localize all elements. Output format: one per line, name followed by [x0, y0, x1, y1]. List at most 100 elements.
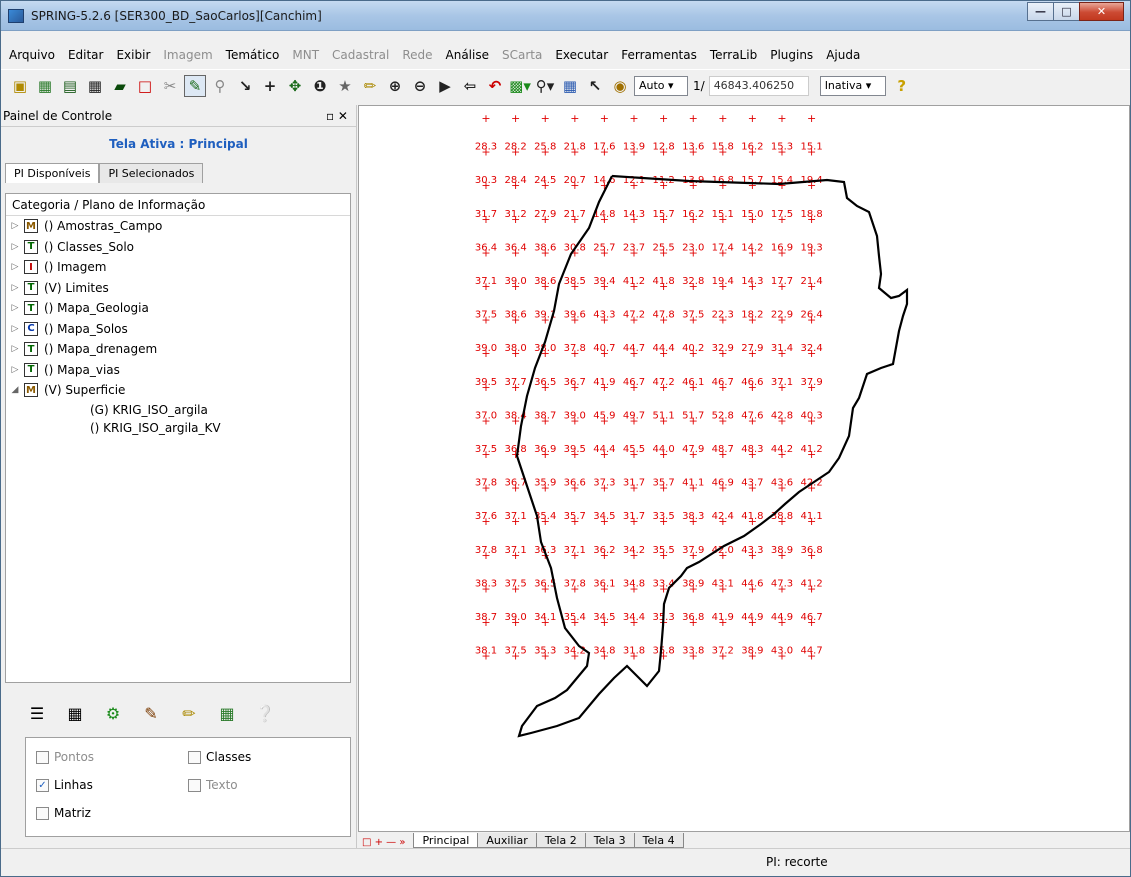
undo-icon[interactable]: ↶: [484, 75, 506, 97]
grid-icon[interactable]: ▦: [84, 75, 106, 97]
tree-item[interactable]: ▷ T (V) Limites: [6, 278, 350, 299]
zoom-fit-icon[interactable]: ▶: [434, 75, 456, 97]
map-tab-principal[interactable]: Principal: [413, 833, 479, 848]
category-tree[interactable]: Categoria / Plano de Informação ▷ M() Amo…: [5, 193, 351, 683]
plane-item[interactable]: (G) KRIG_ISO_argila: [6, 401, 350, 419]
tab-pi-selected[interactable]: PI Selecionados: [99, 163, 204, 183]
menu-mnt[interactable]: MNT: [292, 48, 319, 62]
expand-icon[interactable]: ▷: [6, 324, 24, 334]
menu-scarta[interactable]: SCarta: [502, 48, 542, 62]
minimize-button[interactable]: —: [1027, 2, 1054, 21]
table-icon[interactable]: ▦: [59, 701, 91, 725]
tab-nav-icons[interactable]: □ + — »: [362, 837, 405, 848]
eye-icon[interactable]: ◉: [609, 75, 631, 97]
pointer-icon[interactable]: ↖: [584, 75, 606, 97]
tree-item[interactable]: ▷ T () Classes_Solo: [6, 237, 350, 258]
tree-item[interactable]: ▷ T () Mapa_vias: [6, 360, 350, 381]
grid-value: 41.9: [593, 377, 615, 388]
menu-terralib[interactable]: TerraLib: [710, 48, 757, 62]
tree-item[interactable]: ◢ M (V) Superficie: [6, 380, 350, 401]
scissors-icon[interactable]: ✂: [159, 75, 181, 97]
tab-pi-available[interactable]: PI Disponíveis: [5, 163, 100, 183]
title-bar[interactable]: SPRING-5.2.6 [SER300_BD_SaoCarlos][Canch…: [1, 1, 1130, 31]
menu-editar[interactable]: Editar: [68, 48, 104, 62]
maximize-button[interactable]: □: [1053, 2, 1080, 21]
expand-icon[interactable]: ▷: [6, 303, 24, 313]
menu-arquivo[interactable]: Arquivo: [9, 48, 55, 62]
project-icon[interactable]: ▦: [34, 75, 56, 97]
menu-anlise[interactable]: Análise: [446, 48, 489, 62]
close-button[interactable]: ✕: [1079, 2, 1124, 21]
menu-imagem[interactable]: Imagem: [163, 48, 212, 62]
menu-ferramentas[interactable]: Ferramentas: [621, 48, 697, 62]
spring-app-icon: [8, 9, 24, 23]
pan-icon[interactable]: ✥: [284, 75, 306, 97]
back-icon[interactable]: ⇦: [459, 75, 481, 97]
help-icon[interactable]: ?: [891, 75, 913, 97]
pontos-checkbox[interactable]: Pontos: [36, 750, 94, 764]
app-window: SPRING-5.2.6 [SER300_BD_SaoCarlos][Canch…: [0, 0, 1131, 877]
texto-checkbox[interactable]: Texto: [188, 778, 238, 792]
scale-mode-select[interactable]: Auto ▾: [634, 75, 688, 96]
database-icon[interactable]: ▣: [9, 75, 31, 97]
expand-icon[interactable]: ▷: [6, 221, 24, 231]
tree-item[interactable]: ▷ T () Mapa_Geologia: [6, 298, 350, 319]
edit-pencil-icon[interactable]: ✏: [359, 75, 381, 97]
map-tab-auxiliar[interactable]: Auxiliar: [477, 833, 537, 848]
screen-icon[interactable]: □: [134, 75, 156, 97]
display-icon[interactable]: ▦: [559, 75, 581, 97]
tree-item[interactable]: ▷ M () Amostras_Campo: [6, 216, 350, 237]
menu-rede[interactable]: Rede: [402, 48, 432, 62]
expand-icon[interactable]: ▷: [6, 242, 24, 252]
layers-icon[interactable]: ▤: [59, 75, 81, 97]
menu-ajuda[interactable]: Ajuda: [826, 48, 860, 62]
expand-icon[interactable]: ▷: [6, 344, 24, 354]
menu-executar[interactable]: Executar: [555, 48, 608, 62]
list-icon[interactable]: ☰: [21, 701, 53, 725]
menu-plugins[interactable]: Plugins: [770, 48, 813, 62]
tree-item[interactable]: ▷ I () Imagem: [6, 257, 350, 278]
grid-value: 44.4: [593, 444, 615, 455]
tools-icon[interactable]: ⚙: [97, 701, 129, 725]
state-select[interactable]: Inativa ▾: [819, 75, 886, 96]
draw-active-icon[interactable]: ✎: [184, 74, 206, 97]
map-tab-tela2[interactable]: Tela 2: [535, 833, 586, 848]
menu-cadastral[interactable]: Cadastral: [332, 48, 389, 62]
grid-point-icon: +: [689, 112, 698, 125]
plus-icon[interactable]: +: [259, 75, 281, 97]
scale-value-field[interactable]: 46843.406250: [708, 75, 809, 96]
zoom-in-icon[interactable]: ⚲: [209, 75, 231, 97]
zoom-plus-icon[interactable]: ⊕: [384, 75, 406, 97]
linhas-checkbox[interactable]: ✓ Linhas: [36, 778, 93, 792]
grid-point-icon: +: [570, 112, 579, 125]
menu-temtico[interactable]: Temático: [226, 48, 280, 62]
plane-item[interactable]: () KRIG_ISO_argila_KV: [6, 419, 350, 437]
zoom-area-icon[interactable]: ↘: [234, 75, 256, 97]
paint-icon[interactable]: ✎: [135, 701, 167, 725]
pencil-icon[interactable]: ✏: [173, 701, 205, 725]
classes-checkbox[interactable]: Classes: [188, 750, 251, 764]
tree-item[interactable]: ▷ C () Mapa_Solos: [6, 319, 350, 340]
grid-value: 33.8: [682, 646, 704, 657]
polygon-icon[interactable]: ▰: [109, 75, 131, 97]
expand-icon[interactable]: ▷: [6, 283, 24, 293]
cursor-icon[interactable]: ★: [334, 75, 356, 97]
expand-icon[interactable]: ▷: [6, 262, 24, 272]
matriz-checkbox[interactable]: Matriz: [36, 806, 91, 820]
grid-value: 37.1: [504, 545, 526, 556]
info-icon[interactable]: ❶: [309, 75, 331, 97]
expand-icon[interactable]: ◢: [6, 385, 24, 395]
panel-float-close-icons[interactable]: ▫ ✕: [326, 109, 348, 123]
grid-value: 46.7: [712, 377, 734, 388]
grid-view-icon[interactable]: ▦: [211, 701, 243, 725]
tree-item[interactable]: ▷ T () Mapa_drenagem: [6, 339, 350, 360]
zoom-menu-icon[interactable]: ⚲▾: [534, 75, 556, 97]
map-tab-tela3[interactable]: Tela 3: [584, 833, 635, 848]
zoom-minus-icon[interactable]: ⊖: [409, 75, 431, 97]
colors-icon[interactable]: ▩▾: [509, 75, 531, 97]
menu-exibir[interactable]: Exibir: [116, 48, 150, 62]
expand-icon[interactable]: ▷: [6, 365, 24, 375]
map-tab-tela4[interactable]: Tela 4: [633, 833, 684, 848]
map-canvas[interactable]: + + + + + + + + + + + + +28.3 +28.2 +25.8 +21.8 +17.6 +13…: [358, 105, 1130, 832]
help-question-icon[interactable]: ❔: [249, 701, 281, 725]
